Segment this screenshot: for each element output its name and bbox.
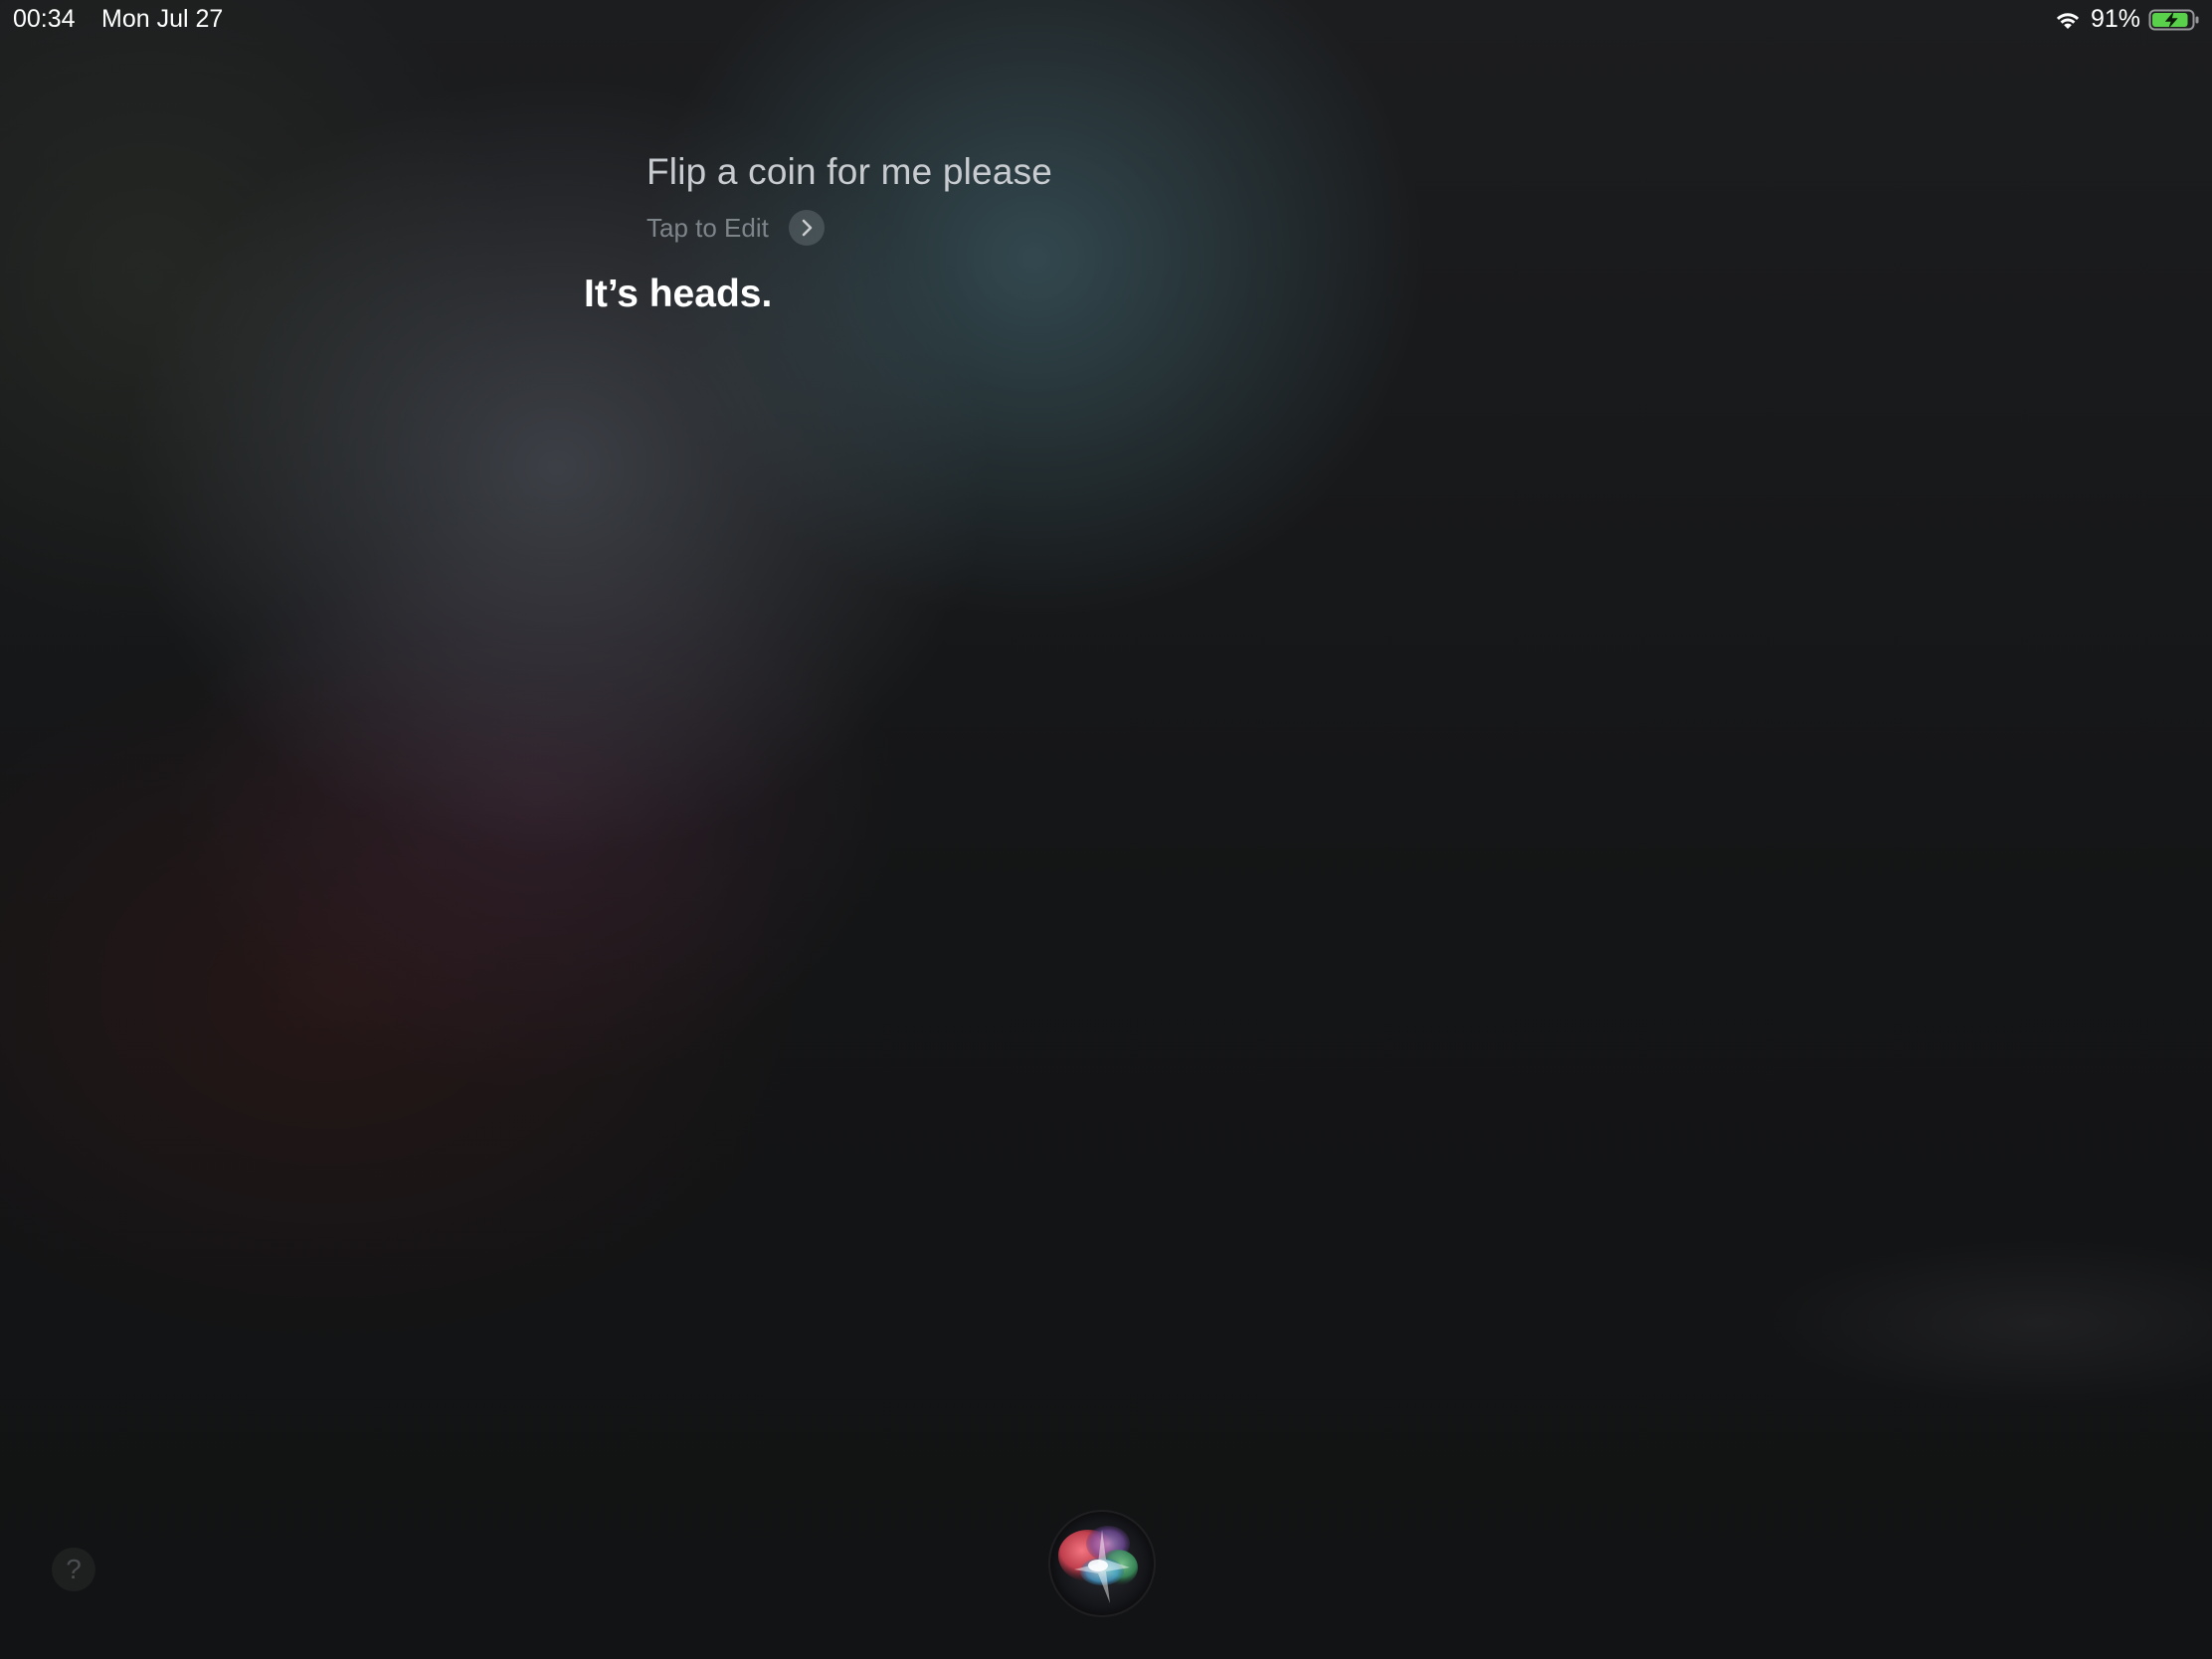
chevron-right-icon[interactable] xyxy=(788,210,825,246)
battery-percent: 91% xyxy=(2090,5,2140,33)
siri-response-text: It’s heads. xyxy=(584,273,773,315)
help-button[interactable]: ? xyxy=(52,1548,95,1591)
status-indicators: 91% xyxy=(2053,5,2200,34)
battery-charging-icon xyxy=(2148,8,2200,32)
status-time: 00:34 xyxy=(13,5,76,33)
siri-screen: 00:34 Mon Jul 27 91% Flip a coin for me … xyxy=(0,0,2212,1659)
wifi-icon xyxy=(2053,8,2083,32)
user-query-text: Flip a coin for me please xyxy=(646,151,1053,192)
siri-orb-icon[interactable] xyxy=(1046,1508,1158,1619)
tap-to-edit-button[interactable]: Tap to Edit xyxy=(646,210,825,246)
tap-to-edit-label: Tap to Edit xyxy=(646,212,769,243)
status-date: Mon Jul 27 xyxy=(101,5,224,33)
status-bar: 00:34 Mon Jul 27 91% xyxy=(0,0,2212,40)
